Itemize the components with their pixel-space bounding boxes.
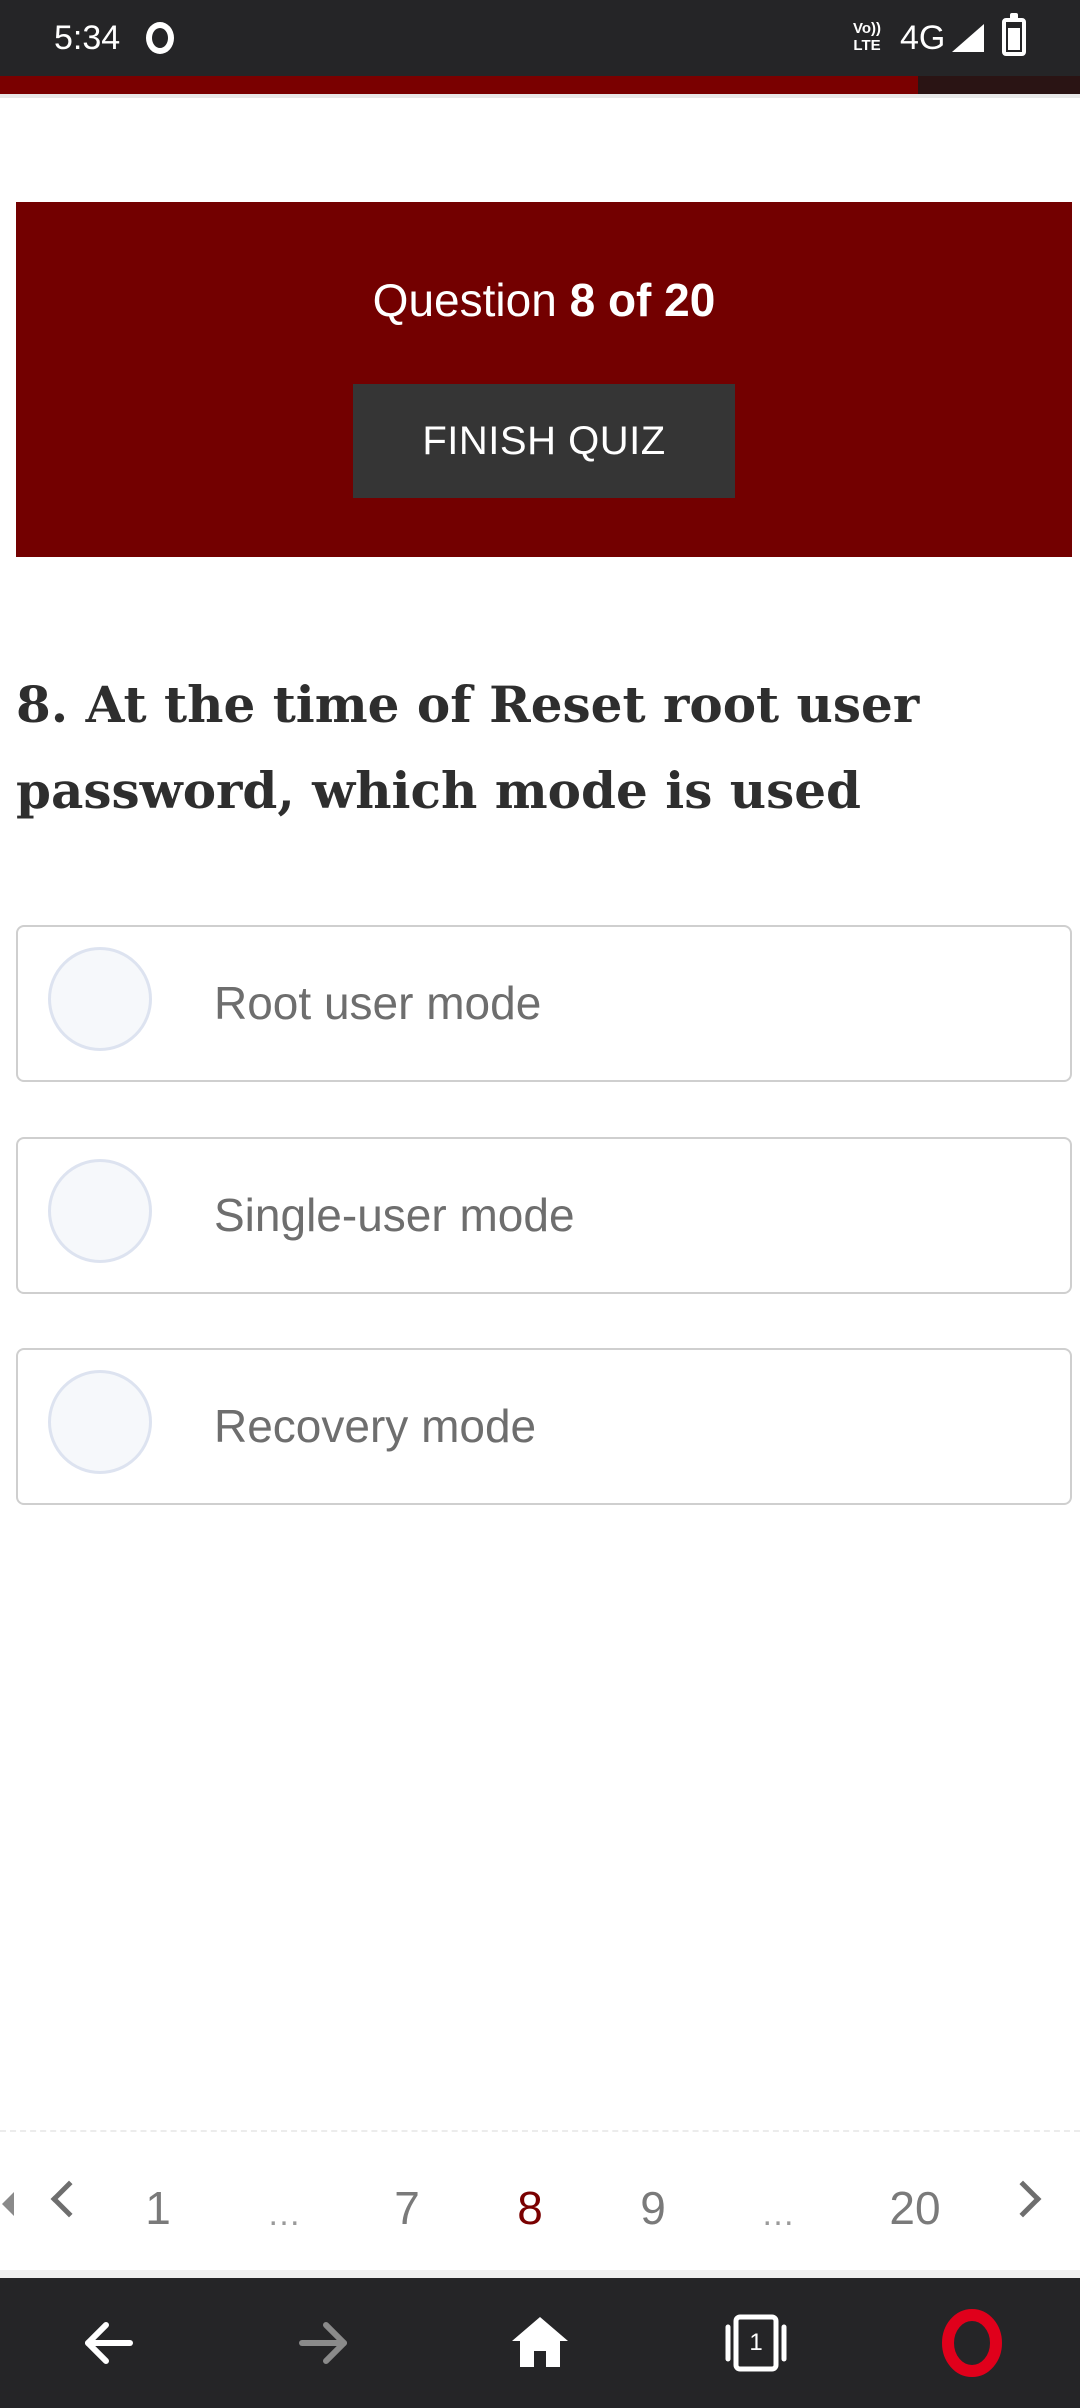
radio-button[interactable] <box>48 1159 152 1263</box>
status-bar: 5:34 Vo)) LTE 4G <box>0 0 1080 76</box>
battery-icon <box>1002 13 1026 56</box>
pagination-divider <box>0 2130 1080 2132</box>
answer-option-label: Root user mode <box>214 977 542 1029</box>
signal-icon <box>952 24 984 52</box>
battery-level <box>1008 28 1020 50</box>
answer-option-single-user-mode[interactable]: Single-user mode <box>16 1137 1072 1294</box>
volte-label: Vo)) <box>852 20 882 37</box>
opera-logo-icon[interactable] <box>932 2303 1012 2383</box>
question-counter-value: 8 of 20 <box>569 274 716 326</box>
page-link-8-current[interactable]: 8 <box>490 2176 570 2240</box>
quiz-header: Question 8 of 20 FINISH QUIZ <box>16 202 1072 557</box>
page-link-1[interactable]: 1 <box>118 2176 198 2240</box>
next-page-chevron-icon[interactable] <box>1004 2180 1042 2218</box>
page-load-progress <box>0 76 1080 94</box>
page-link-7[interactable]: 7 <box>367 2176 447 2240</box>
tabs-icon[interactable]: 1 <box>716 2303 796 2383</box>
progress-divider <box>0 94 1080 98</box>
question-counter-prefix: Question <box>372 274 557 326</box>
home-icon[interactable] <box>500 2303 580 2383</box>
status-time: 5:34 <box>54 19 121 57</box>
network-type: 4G <box>900 19 946 57</box>
page-link-20[interactable]: 20 <box>875 2176 955 2240</box>
content-bottom-edge <box>0 2270 1080 2278</box>
page-ellipsis: … <box>761 2195 795 2233</box>
lte-label: LTE <box>853 37 881 54</box>
page-load-progress-fill <box>0 76 918 94</box>
question-counter: Question 8 of 20 <box>16 268 1072 332</box>
back-arrow-icon[interactable] <box>68 2303 148 2383</box>
pagination: 1 … 7 8 9 … 20 <box>0 2160 1080 2260</box>
opera-notification-icon <box>146 22 174 54</box>
forward-arrow-icon[interactable] <box>284 2303 364 2383</box>
answer-option-label: Single-user mode <box>214 1189 575 1241</box>
answer-option-root-user-mode[interactable]: Root user mode <box>16 925 1072 1082</box>
question-text: 8. At the time of Reset root user passwo… <box>16 675 920 820</box>
finish-quiz-button[interactable]: FINISH QUIZ <box>353 384 735 498</box>
previous-page-chevron-icon[interactable] <box>50 2180 88 2218</box>
tabs-count: 1 <box>749 2329 763 2356</box>
radio-button[interactable] <box>48 1370 152 1474</box>
browser-nav-bar: 1 <box>0 2278 1080 2408</box>
answer-option-label: Recovery mode <box>214 1400 537 1452</box>
page-link-9[interactable]: 9 <box>613 2176 693 2240</box>
page-ellipsis: … <box>267 2195 301 2233</box>
answer-option-recovery-mode[interactable]: Recovery mode <box>16 1348 1072 1505</box>
radio-button[interactable] <box>48 947 152 1051</box>
volte-icon: Vo)) LTE <box>850 20 884 56</box>
scroll-left-icon[interactable] <box>2 2192 14 2216</box>
